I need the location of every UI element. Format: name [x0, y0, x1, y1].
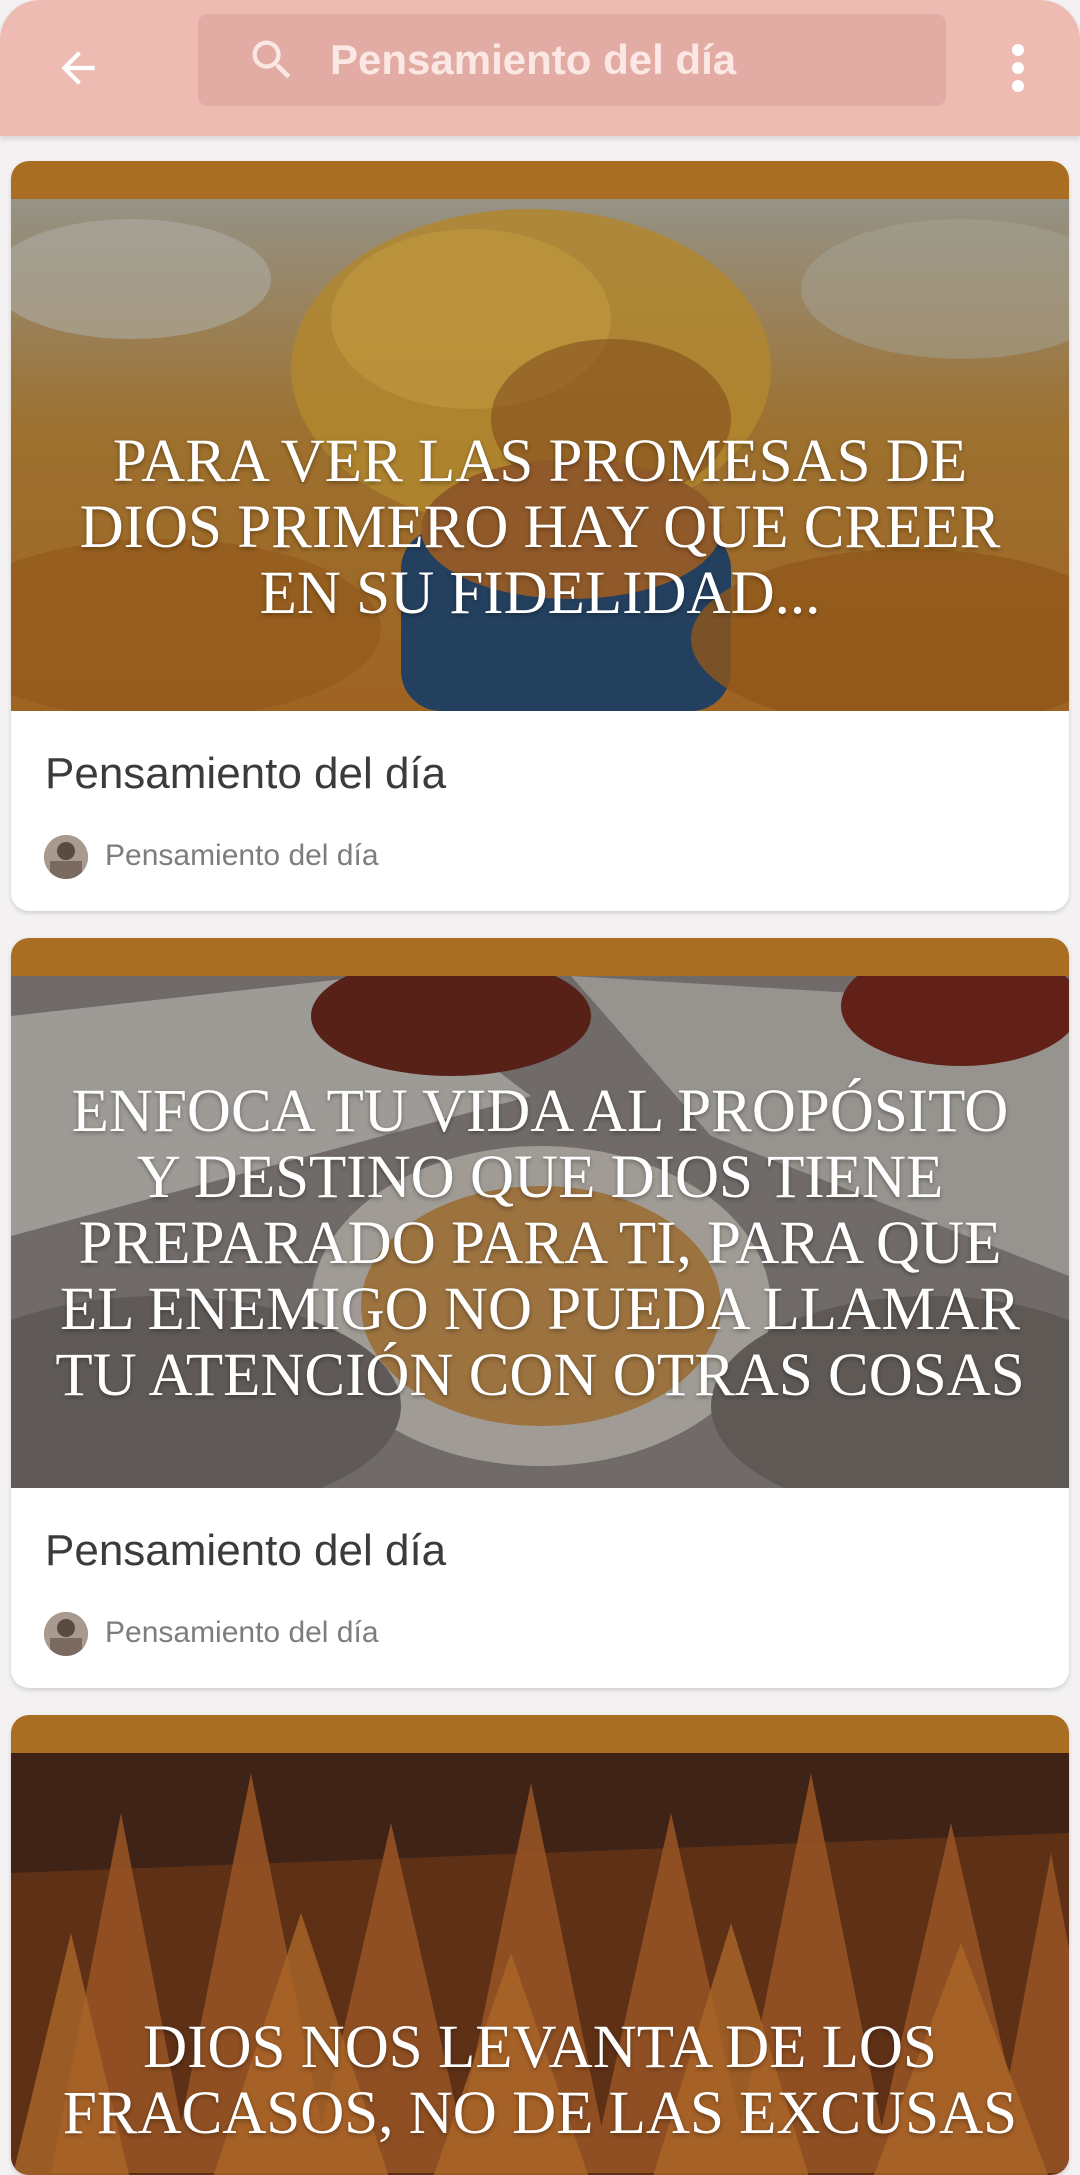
- post-image[interactable]: PARA VER LAS PROMESAS DE DIOS PRIMERO HA…: [11, 199, 1069, 711]
- more-vert-icon: [1012, 44, 1024, 92]
- post-image[interactable]: ENFOCA TU VIDA AL PROPÓSITO Y DESTINO QU…: [11, 976, 1069, 1488]
- card-title: Pensamiento del día: [45, 749, 447, 798]
- card-accent-band: [11, 938, 1069, 976]
- overflow-menu-button[interactable]: [990, 30, 1046, 106]
- post-card[interactable]: DIOS NOS LEVANTA DE LOS FRACASOS, NO DE …: [11, 1715, 1069, 2175]
- quote-text: DIOS NOS LEVANTA DE LOS FRACASOS, NO DE …: [62, 2014, 1018, 2147]
- post-card[interactable]: PARA VER LAS PROMESAS DE DIOS PRIMERO HA…: [11, 161, 1069, 911]
- author-avatar: [44, 835, 88, 879]
- post-image[interactable]: DIOS NOS LEVANTA DE LOS FRACASOS, NO DE …: [11, 1753, 1069, 2175]
- author-avatar: [44, 1612, 88, 1656]
- card-accent-band: [11, 1715, 1069, 1753]
- quote-text: PARA VER LAS PROMESAS DE DIOS PRIMERO HA…: [79, 428, 1001, 627]
- card-title: Pensamiento del día: [45, 1526, 447, 1575]
- back-button[interactable]: [40, 30, 116, 106]
- author-name: Pensamiento del día: [105, 1616, 379, 1649]
- search-box[interactable]: Pensamiento del día: [198, 14, 946, 106]
- search-icon: [252, 40, 291, 79]
- arrow-back-icon: [61, 51, 95, 85]
- card-accent-band: [11, 161, 1069, 199]
- top-app-bar: Pensamiento del día: [0, 0, 1080, 136]
- quote-text: ENFOCA TU VIDA AL PROPÓSITO Y DESTINO QU…: [55, 1078, 1025, 1409]
- post-card[interactable]: ENFOCA TU VIDA AL PROPÓSITO Y DESTINO QU…: [11, 938, 1069, 1688]
- author-name: Pensamiento del día: [105, 839, 379, 872]
- search-input[interactable]: Pensamiento del día: [330, 14, 736, 106]
